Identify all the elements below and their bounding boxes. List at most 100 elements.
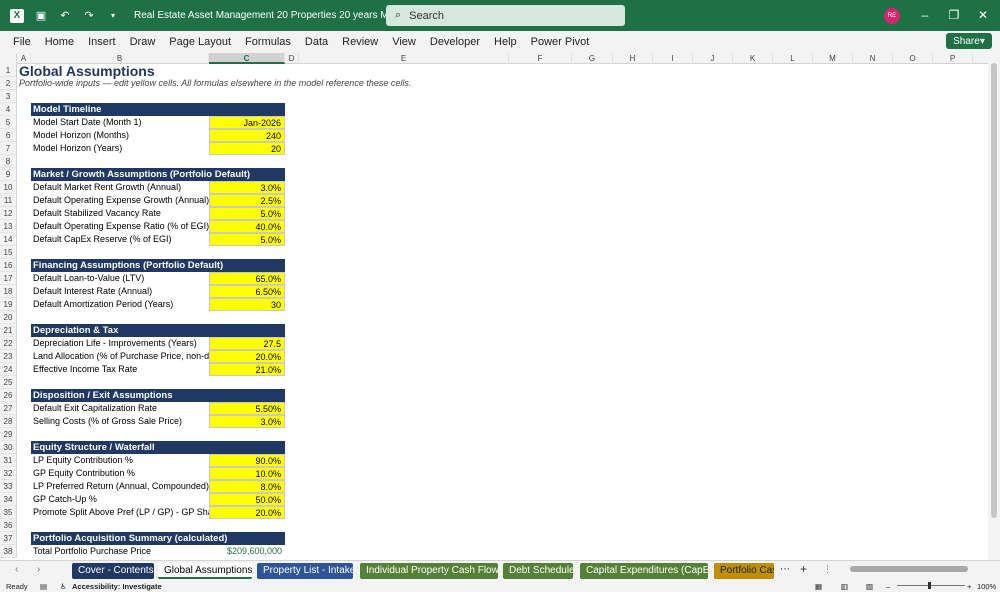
row-header[interactable]: 16: [0, 259, 17, 272]
menu-developer[interactable]: Developer: [423, 36, 487, 48]
tab-portfolio-cas[interactable]: Portfolio Cas: [714, 563, 774, 579]
row-header[interactable]: 7: [0, 142, 17, 155]
row-header[interactable]: 17: [0, 272, 17, 285]
zoom-level[interactable]: 100%: [977, 582, 996, 591]
assumption-label[interactable]: Effective Income Tax Rate: [31, 363, 209, 376]
row-header[interactable]: 12: [0, 207, 17, 220]
row-header[interactable]: 25: [0, 376, 17, 389]
assumption-label[interactable]: Default Interest Rate (Annual): [31, 285, 209, 298]
row-header[interactable]: 31: [0, 454, 17, 467]
assumption-label[interactable]: Total Portfolio Purchase Price: [31, 545, 209, 558]
row-header[interactable]: 29: [0, 428, 17, 441]
row-header[interactable]: 26: [0, 389, 17, 402]
row-header[interactable]: 3: [0, 90, 17, 103]
row-header[interactable]: 27: [0, 402, 17, 415]
normal-view-icon[interactable]: ▦: [815, 582, 822, 591]
row-header[interactable]: 11: [0, 194, 17, 207]
section-header[interactable]: Disposition / Exit Assumptions: [31, 389, 285, 402]
page-subtitle[interactable]: Portfolio-wide inputs — edit yellow cell…: [19, 77, 411, 90]
menu-formulas[interactable]: Formulas: [238, 36, 298, 48]
assumption-label[interactable]: Default Operating Expense Growth (Annual…: [31, 194, 209, 207]
assumption-label[interactable]: Default Amortization Period (Years): [31, 298, 209, 311]
row-header[interactable]: 15: [0, 246, 17, 259]
add-sheet-icon[interactable]: +: [800, 562, 807, 576]
assumption-label[interactable]: Default Operating Expense Ratio (% of EG…: [31, 220, 209, 233]
input-value-cell[interactable]: 5.0%: [209, 207, 285, 220]
menu-home[interactable]: Home: [38, 36, 81, 48]
row-header[interactable]: 24: [0, 363, 17, 376]
input-value-cell[interactable]: 3.0%: [209, 181, 285, 194]
column-header-l[interactable]: L: [773, 53, 813, 64]
input-value-cell[interactable]: 20.0%: [209, 350, 285, 363]
row-header[interactable]: 19: [0, 298, 17, 311]
row-header[interactable]: 36: [0, 519, 17, 532]
section-header[interactable]: Portfolio Acquisition Summary (calculate…: [31, 532, 285, 545]
tab-global-assumptions[interactable]: Global Assumptions: [158, 563, 252, 579]
row-header[interactable]: 13: [0, 220, 17, 233]
row-header[interactable]: 28: [0, 415, 17, 428]
section-header[interactable]: Depreciation & Tax: [31, 324, 285, 337]
input-value-cell[interactable]: 2.5%: [209, 194, 285, 207]
column-header-g[interactable]: G: [572, 53, 613, 64]
input-value-cell[interactable]: 27.5: [209, 337, 285, 350]
row-header[interactable]: 2: [0, 77, 17, 90]
select-all-corner[interactable]: [0, 53, 17, 64]
input-value-cell[interactable]: 21.0%: [209, 363, 285, 376]
assumption-label[interactable]: Depreciation Life - Improvements (Years): [31, 337, 209, 350]
menu-power-pivot[interactable]: Power Pivot: [524, 36, 597, 48]
column-header-p[interactable]: P: [933, 53, 973, 64]
customize-qat-icon[interactable]: ▾: [106, 9, 120, 23]
row-header[interactable]: 20: [0, 311, 17, 324]
menu-help[interactable]: Help: [487, 36, 524, 48]
close-icon[interactable]: ✕: [976, 8, 990, 22]
row-header[interactable]: 18: [0, 285, 17, 298]
redo-icon[interactable]: ↷: [82, 9, 96, 23]
column-header-o[interactable]: O: [893, 53, 933, 64]
input-value-cell[interactable]: 30: [209, 298, 285, 311]
input-value-cell[interactable]: 40.0%: [209, 220, 285, 233]
row-header[interactable]: 34: [0, 493, 17, 506]
menu-insert[interactable]: Insert: [81, 36, 123, 48]
page-break-view-icon[interactable]: ▧: [866, 582, 873, 591]
row-header[interactable]: 14: [0, 233, 17, 246]
row-header[interactable]: 6: [0, 129, 17, 142]
minimize-icon[interactable]: –: [918, 8, 932, 22]
calculated-value-cell[interactable]: $209,600,000: [209, 545, 285, 558]
assumption-label[interactable]: Default Exit Capitalization Rate: [31, 402, 209, 415]
page-layout-view-icon[interactable]: ▥: [841, 582, 848, 591]
menu-data[interactable]: Data: [298, 36, 335, 48]
assumption-label[interactable]: Model Horizon (Years): [31, 142, 209, 155]
row-header[interactable]: 38: [0, 545, 17, 558]
tab-debt-schedule[interactable]: Debt Schedule: [503, 563, 573, 579]
input-value-cell[interactable]: 65.0%: [209, 272, 285, 285]
row-header[interactable]: 5: [0, 116, 17, 129]
zoom-slider-thumb[interactable]: [928, 582, 931, 589]
prev-sheet-icon[interactable]: ‹: [15, 564, 18, 575]
menu-file[interactable]: File: [0, 36, 38, 48]
assumption-label[interactable]: Default Market Rent Growth (Annual): [31, 181, 209, 194]
column-header-h[interactable]: H: [613, 53, 653, 64]
assumption-label[interactable]: Model Horizon (Months): [31, 129, 209, 142]
input-value-cell[interactable]: 20: [209, 142, 285, 155]
column-header-f[interactable]: F: [509, 53, 572, 64]
assumption-label[interactable]: Land Allocation (% of Purchase Price, no…: [31, 350, 209, 363]
tab-property-list-intake[interactable]: Property List - Intake: [257, 563, 353, 579]
accessibility-icon[interactable]: ♿: [60, 582, 67, 591]
section-header[interactable]: Market / Growth Assumptions (Portfolio D…: [31, 168, 285, 181]
assumption-label[interactable]: LP Equity Contribution %: [31, 454, 209, 467]
column-header-k[interactable]: K: [733, 53, 773, 64]
input-value-cell[interactable]: 3.0%: [209, 415, 285, 428]
vertical-scrollbar[interactable]: [988, 53, 1000, 560]
column-header-c[interactable]: C: [209, 53, 285, 64]
input-value-cell[interactable]: 90.0%: [209, 454, 285, 467]
section-header[interactable]: Model Timeline: [31, 103, 285, 116]
column-header-e[interactable]: E: [299, 53, 509, 64]
zoom-out-icon[interactable]: –: [886, 582, 890, 591]
input-value-cell[interactable]: 240: [209, 129, 285, 142]
assumption-label[interactable]: Default Loan-to-Value (LTV): [31, 272, 209, 285]
input-value-cell[interactable]: 5.0%: [209, 233, 285, 246]
column-header-m[interactable]: M: [813, 53, 853, 64]
assumption-label[interactable]: Default CapEx Reserve (% of EGI): [31, 233, 209, 246]
row-header[interactable]: 32: [0, 467, 17, 480]
assumption-label[interactable]: Selling Costs (% of Gross Sale Price): [31, 415, 209, 428]
